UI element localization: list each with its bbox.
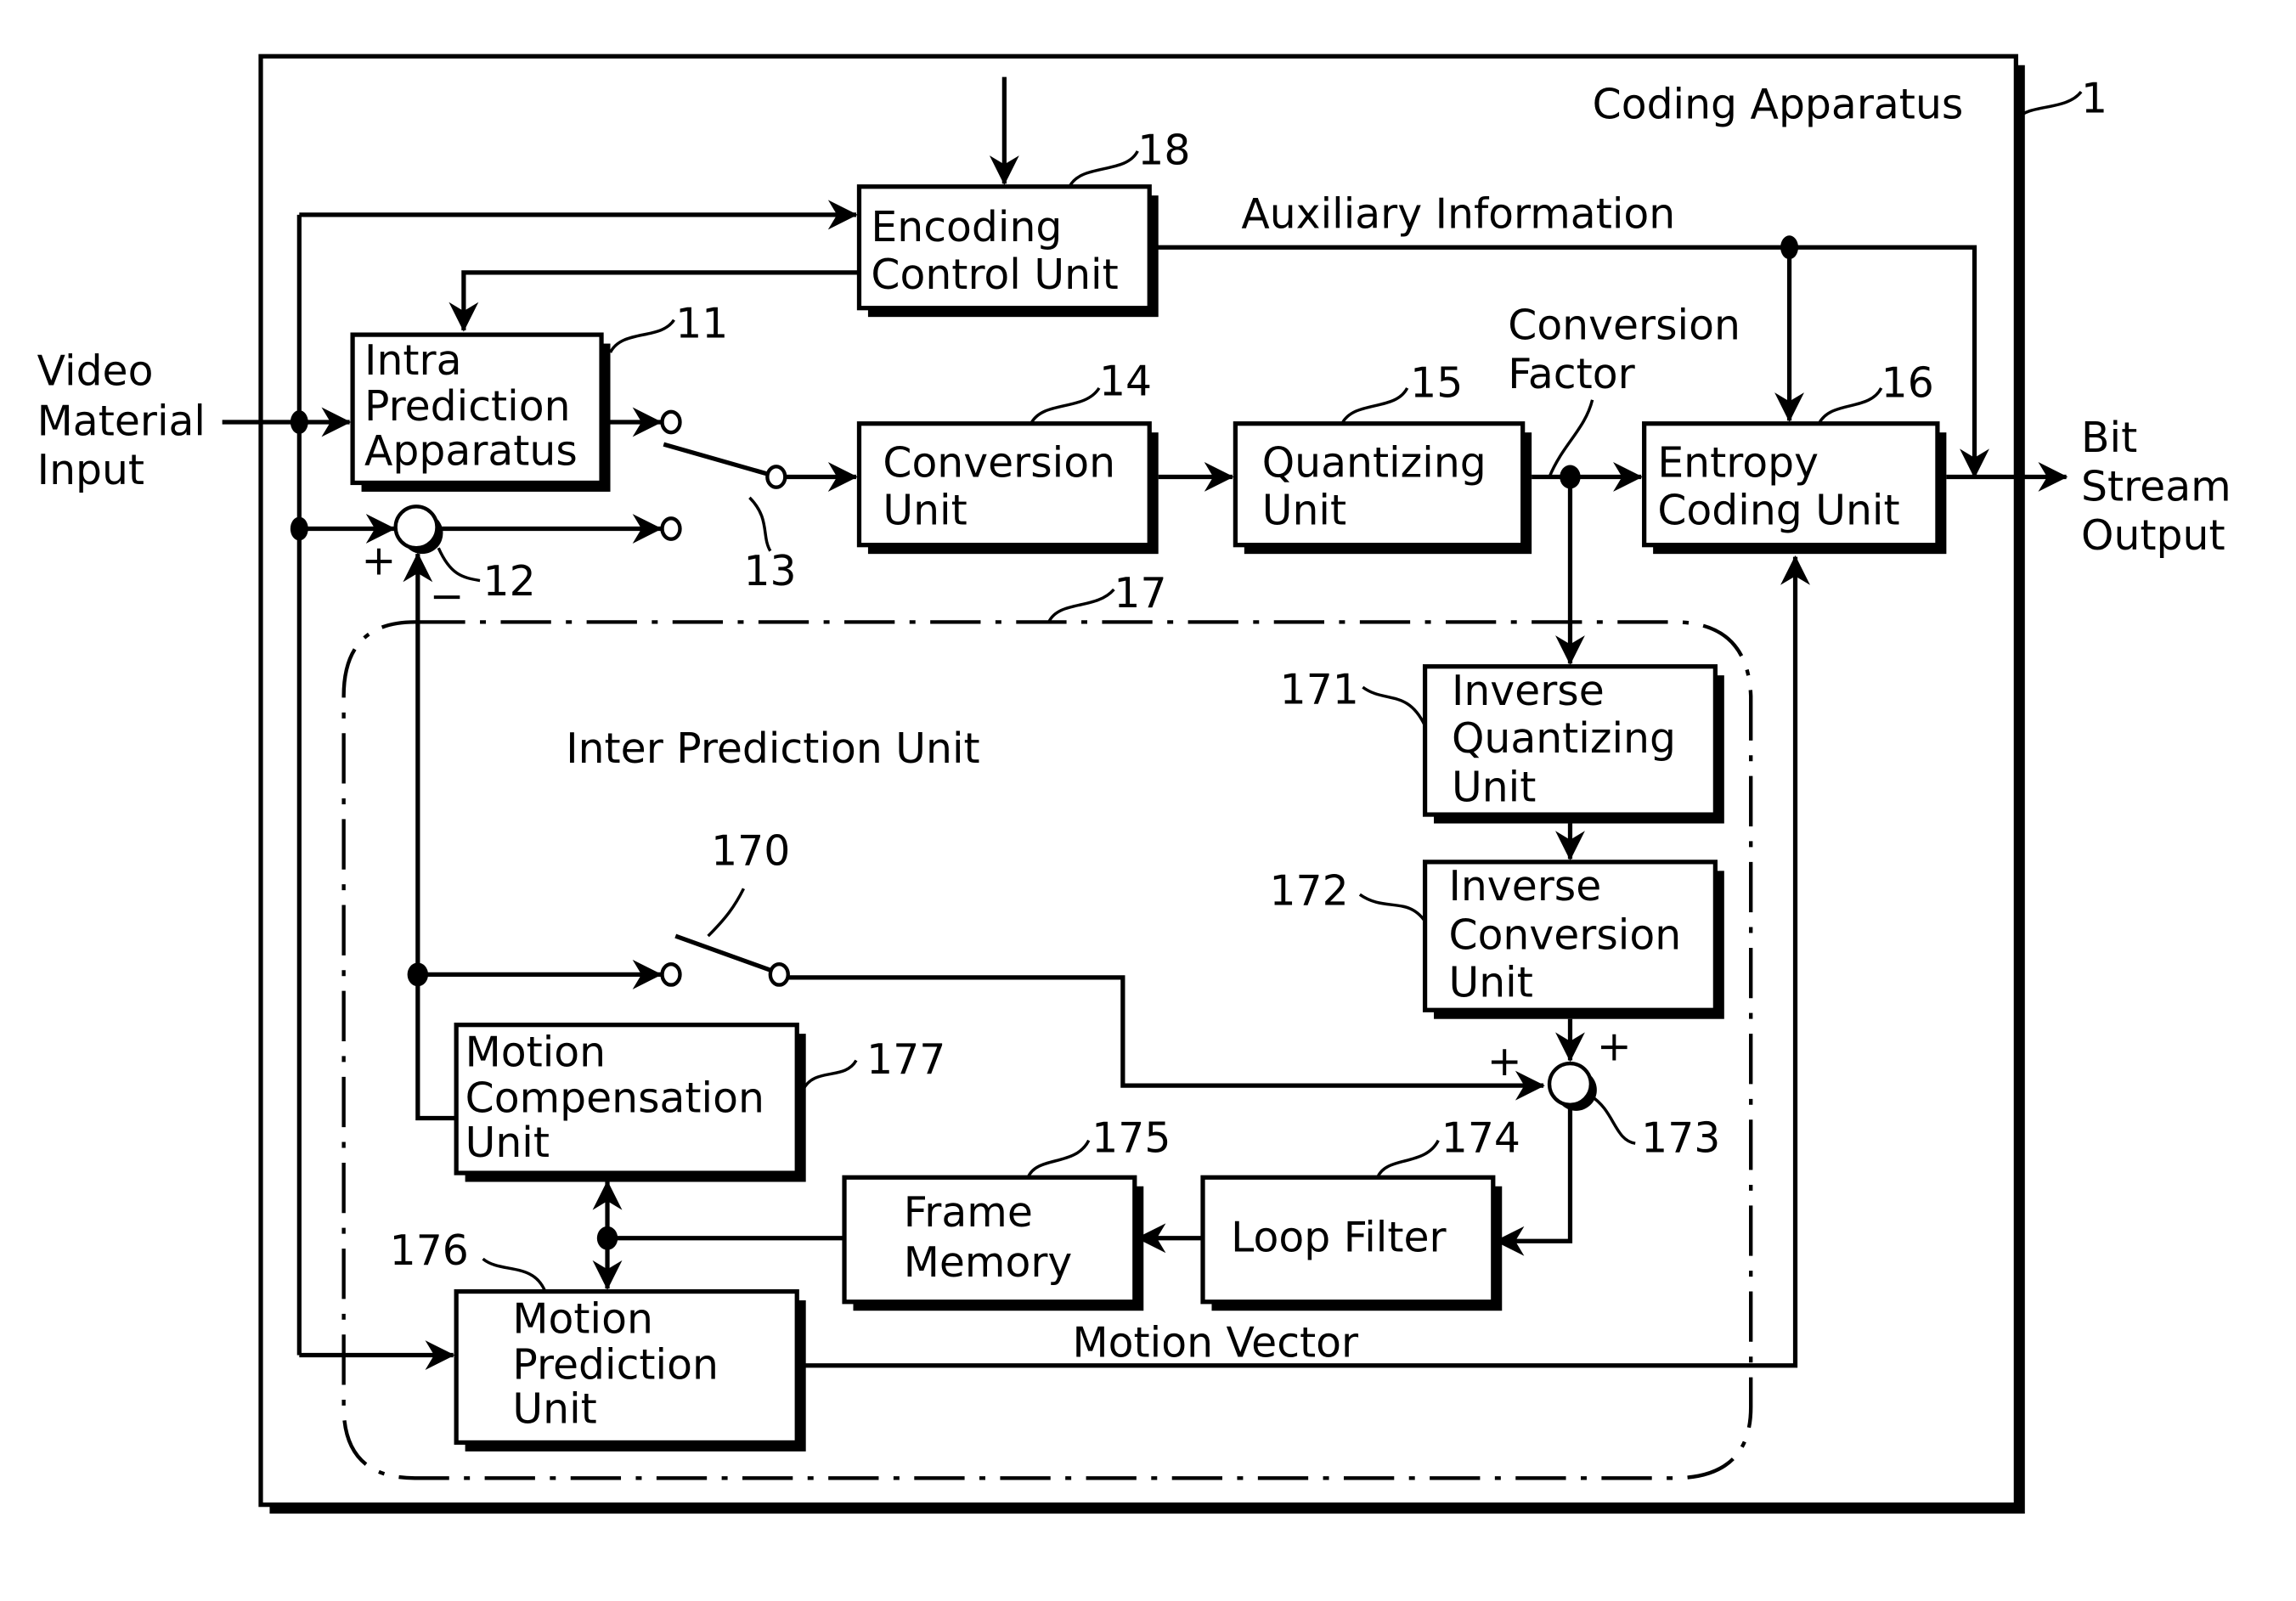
loop-filter-ref: 174	[1441, 1114, 1520, 1163]
inter-prediction-label: Inter Prediction Unit	[566, 724, 979, 773]
apparatus-title: Coding Apparatus	[1593, 81, 1964, 129]
quantizing-unit[interactable]: Quantizing Unit	[1233, 421, 1532, 555]
intra-line-2: Prediction	[364, 382, 571, 431]
adder-plus-left: +	[1487, 1037, 1522, 1085]
frame-memory-ref: 175	[1092, 1114, 1171, 1163]
inverse-conversion-unit[interactable]: Inverse Conversion Unit	[1422, 860, 1724, 1019]
conversion-ref: 14	[1099, 358, 1152, 406]
entropy-line-2: Coding Unit	[1657, 486, 1899, 534]
coding-apparatus-diagram: Coding Apparatus 1 Inter Prediction Unit…	[37, 54, 2231, 1514]
conversion-line-2: Unit	[883, 486, 967, 534]
adder-ref: 173	[1641, 1114, 1720, 1163]
video-material-input-label: Video Material Input	[37, 347, 206, 494]
encoding-control-ref: 18	[1137, 127, 1190, 175]
apparatus-ref-leader	[2016, 90, 2083, 120]
inv-quant-line-3: Unit	[1452, 763, 1536, 811]
loop-filter[interactable]: Loop Filter	[1200, 1175, 1503, 1311]
inverse-quantizing-unit[interactable]: Inverse Quantizing Unit	[1422, 664, 1724, 824]
motion-comp-line-3: Unit	[465, 1119, 550, 1167]
inv-conv-ref: 172	[1269, 866, 1348, 915]
inv-quant-line-2: Quantizing	[1452, 714, 1676, 763]
switch-170-ref: 170	[711, 826, 790, 875]
svg-text:Input: Input	[37, 446, 144, 494]
inv-quant-ref: 171	[1280, 665, 1359, 713]
entropy-line-1: Entropy	[1657, 438, 1819, 487]
motion-prediction-unit[interactable]: Motion Prediction Unit	[454, 1288, 806, 1452]
inv-conv-line-2: Conversion	[1448, 911, 1681, 960]
svg-text:Output: Output	[2081, 511, 2225, 560]
motion-comp-ref: 177	[866, 1035, 945, 1084]
switch-13-ref: 13	[743, 547, 796, 595]
inv-quant-line-1: Inverse	[1452, 667, 1605, 715]
quantizing-ref: 15	[1410, 358, 1463, 407]
encoding-control-line-1: Encoding	[871, 203, 1062, 251]
svg-text:Bit: Bit	[2081, 414, 2137, 462]
quantizing-line-1: Quantizing	[1262, 438, 1486, 487]
conversion-unit[interactable]: Conversion Unit	[856, 421, 1159, 555]
conversion-factor-label-2: Factor	[1508, 350, 1635, 398]
subtractor-minus: −	[430, 572, 465, 620]
motion-pred-line-2: Prediction	[512, 1340, 719, 1389]
svg-text:Stream: Stream	[2081, 462, 2231, 510]
intra-ref: 11	[675, 300, 728, 348]
motion-pred-ref: 176	[390, 1226, 469, 1275]
intra-line-3: Apparatus	[364, 427, 578, 476]
motion-vector-label: Motion Vector	[1073, 1318, 1359, 1367]
auxiliary-information-label: Auxiliary Information	[1241, 190, 1675, 239]
frame-memory[interactable]: Frame Memory	[842, 1175, 1144, 1311]
apparatus-ref: 1	[2081, 75, 2107, 123]
encoding-control-line-2: Control Unit	[871, 251, 1118, 299]
encoding-control-unit[interactable]: Encoding Control Unit	[856, 184, 1159, 318]
inv-conv-line-1: Inverse	[1448, 862, 1601, 910]
intra-prediction-apparatus[interactable]: Intra Prediction Apparatus	[350, 332, 611, 492]
motion-compensation-unit[interactable]: Motion Compensation Unit	[454, 1023, 806, 1182]
motion-pred-line-1: Motion	[512, 1294, 652, 1343]
svg-text:Material: Material	[37, 397, 206, 446]
subtractor-ref: 12	[483, 557, 536, 606]
loop-filter-line-1: Loop Filter	[1231, 1213, 1447, 1261]
frame-memory-line-2: Memory	[904, 1238, 1073, 1287]
svg-text:Video: Video	[37, 347, 154, 395]
motion-comp-line-1: Motion	[465, 1029, 606, 1077]
inter-ref: 17	[1114, 569, 1166, 617]
intra-line-1: Intra	[364, 336, 461, 385]
entropy-coding-unit[interactable]: Entropy Coding Unit	[1642, 421, 1947, 555]
motion-pred-line-3: Unit	[512, 1385, 596, 1434]
conversion-line-1: Conversion	[883, 438, 1115, 487]
inv-conv-line-3: Unit	[1448, 959, 1532, 1007]
adder-plus-top: +	[1597, 1023, 1632, 1071]
motion-comp-line-2: Compensation	[465, 1074, 764, 1123]
subtractor-plus: +	[362, 537, 397, 585]
entropy-ref: 16	[1881, 358, 1934, 407]
frame-memory-line-1: Frame	[904, 1188, 1033, 1237]
bit-stream-output-label: Bit Stream Output	[2081, 414, 2231, 560]
conversion-factor-label-1: Conversion	[1508, 301, 1740, 349]
quantizing-line-2: Unit	[1262, 486, 1346, 534]
